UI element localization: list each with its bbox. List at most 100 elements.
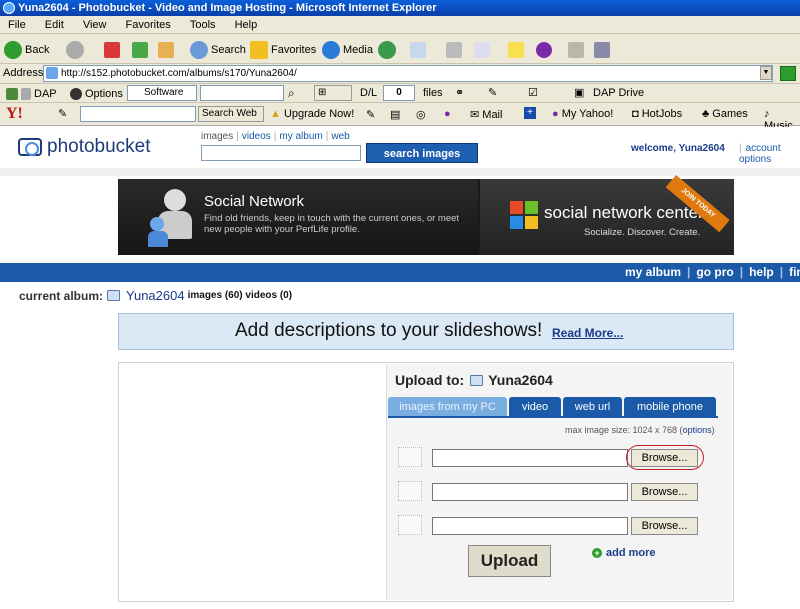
search-tab-my-album[interactable]: my album: [279, 131, 322, 142]
back-arrow-icon: [4, 41, 22, 59]
current-album-name[interactable]: Yuna2604: [126, 288, 185, 303]
my-yahoo-button[interactable]: ● My Yahoo!: [552, 108, 613, 120]
search-web-button[interactable]: Search Web: [198, 106, 264, 122]
tab-web-url[interactable]: web url: [563, 397, 622, 417]
pencil-icon[interactable]: ✎: [488, 86, 497, 99]
history-button[interactable]: [378, 40, 399, 60]
account-options-link[interactable]: | account options: [739, 143, 800, 165]
file-input-3[interactable]: [432, 517, 628, 535]
dap-grid-button[interactable]: ⊞: [314, 85, 352, 101]
refresh-icon: [132, 42, 148, 58]
note-icon: [508, 42, 524, 58]
site-search-input[interactable]: [201, 145, 361, 161]
ie-logo-icon: [3, 2, 15, 14]
tab-images-from-my-pc[interactable]: images from my PC: [388, 397, 507, 417]
search-tab-images[interactable]: images: [201, 131, 233, 142]
read-more-link[interactable]: Read More...: [552, 326, 623, 340]
notes-button[interactable]: [508, 40, 527, 60]
nav-help[interactable]: help: [749, 265, 774, 279]
menu-tools[interactable]: Tools: [190, 19, 216, 31]
nav-my-album[interactable]: my album: [625, 265, 681, 279]
yahoo-logo-icon[interactable]: Y!: [6, 105, 23, 123]
search-images-button[interactable]: search images: [366, 143, 478, 163]
hotjobs-button[interactable]: ◘ HotJobs: [632, 108, 682, 120]
photobucket-logo[interactable]: photobucket: [18, 136, 151, 158]
banner-left: Social Network Find old friends, keep in…: [118, 179, 478, 255]
research-button[interactable]: [594, 40, 613, 60]
address-bar: Address http://s152.photobucket.com/albu…: [0, 64, 800, 84]
nav-go-pro[interactable]: go pro: [696, 265, 733, 279]
max-image-size: max image size: 1024 x 768 (options): [565, 425, 715, 435]
star-icon: [250, 41, 268, 59]
research-icon: [594, 42, 610, 58]
drive-icon[interactable]: ▣: [574, 86, 584, 99]
media-button[interactable]: Media: [322, 40, 373, 60]
favorites-button[interactable]: Favorites: [250, 40, 316, 60]
current-album-label: current album:: [19, 288, 104, 303]
browse-button-3[interactable]: Browse...: [631, 517, 698, 535]
plus-icon[interactable]: +: [524, 107, 536, 119]
window-icon[interactable]: ▤: [390, 108, 400, 121]
forward-button[interactable]: [66, 40, 87, 60]
standard-toolbar: Back Search Favorites Media: [0, 34, 800, 64]
upgrade-button[interactable]: ▲ Upgrade Now!: [270, 108, 354, 120]
menu-favorites[interactable]: Favorites: [126, 19, 171, 31]
browse-button-2[interactable]: Browse...: [631, 483, 698, 501]
pencil-icon[interactable]: ✎: [58, 107, 67, 120]
lightning-icon: [21, 88, 31, 100]
menu-help[interactable]: Help: [235, 19, 258, 31]
address-input[interactable]: http://s152.photobucket.com/albums/s170/…: [43, 65, 773, 82]
yahoo-search-input[interactable]: [80, 106, 196, 122]
target-icon[interactable]: ◎: [416, 108, 426, 121]
search-button[interactable]: Search: [190, 40, 246, 60]
briefcase-icon: ◘: [632, 108, 639, 120]
window-title-bar: Yuna2604 - Photobucket - Video and Image…: [0, 0, 800, 16]
file-input-2[interactable]: [432, 483, 628, 501]
search-tab-videos[interactable]: videos: [242, 131, 271, 142]
search-tab-web[interactable]: web: [331, 131, 349, 142]
stop-button[interactable]: [104, 40, 123, 60]
main-nav-bar: my album|go pro|help|find: [0, 263, 800, 282]
dap-search-input[interactable]: [200, 85, 284, 101]
options-link[interactable]: options: [683, 425, 712, 435]
link-icon[interactable]: ⚭: [455, 86, 464, 99]
print-button[interactable]: [446, 40, 465, 60]
games-button[interactable]: ♣ Games: [702, 108, 748, 120]
discuss-button[interactable]: [568, 40, 587, 60]
edit-button[interactable]: [474, 40, 493, 60]
options-button[interactable]: Options: [70, 84, 123, 104]
software-select[interactable]: Software: [127, 85, 197, 101]
tab-mobile-phone[interactable]: mobile phone: [624, 397, 716, 417]
menu-bar: File Edit View Favorites Tools Help: [0, 16, 800, 34]
address-dropdown-icon[interactable]: ▼: [760, 66, 772, 80]
current-album-counts: images (60) videos (0): [187, 290, 293, 301]
media-icon: [322, 41, 340, 59]
magnifier-icon[interactable]: ⌕: [288, 86, 295, 101]
menu-edit[interactable]: Edit: [45, 19, 64, 31]
mail-button[interactable]: [410, 40, 429, 60]
add-more-link[interactable]: + add more: [592, 547, 656, 559]
tab-video[interactable]: video: [509, 397, 561, 417]
yahoo-icon: [536, 42, 552, 58]
pencil-icon[interactable]: ✎: [366, 108, 375, 121]
upload-button[interactable]: Upload: [468, 545, 551, 577]
checklist-icon[interactable]: ☑: [528, 86, 538, 99]
file-input-1[interactable]: [432, 449, 628, 467]
banner-left-title: Social Network: [204, 193, 305, 210]
promo-text: Add descriptions to your slideshows!: [235, 320, 543, 341]
yahoo-messenger-button[interactable]: [536, 40, 555, 60]
page-icon: [46, 67, 58, 79]
menu-file[interactable]: File: [8, 19, 26, 31]
messenger-icon[interactable]: ●: [444, 108, 451, 120]
dap-button[interactable]: DAP: [6, 84, 57, 104]
dap-drive-label[interactable]: DAP Drive: [593, 87, 644, 99]
social-network-banner[interactable]: Social Network Find old friends, keep in…: [118, 175, 734, 255]
upload-title: Upload to: Yuna2604: [395, 372, 553, 388]
mail-button[interactable]: ✉ Mail: [470, 108, 502, 121]
refresh-button[interactable]: [132, 40, 151, 60]
go-arrow-icon[interactable]: [780, 66, 796, 81]
menu-view[interactable]: View: [83, 19, 107, 31]
nav-find[interactable]: find: [789, 265, 800, 279]
back-button[interactable]: Back: [4, 40, 49, 60]
home-button[interactable]: [158, 40, 177, 60]
